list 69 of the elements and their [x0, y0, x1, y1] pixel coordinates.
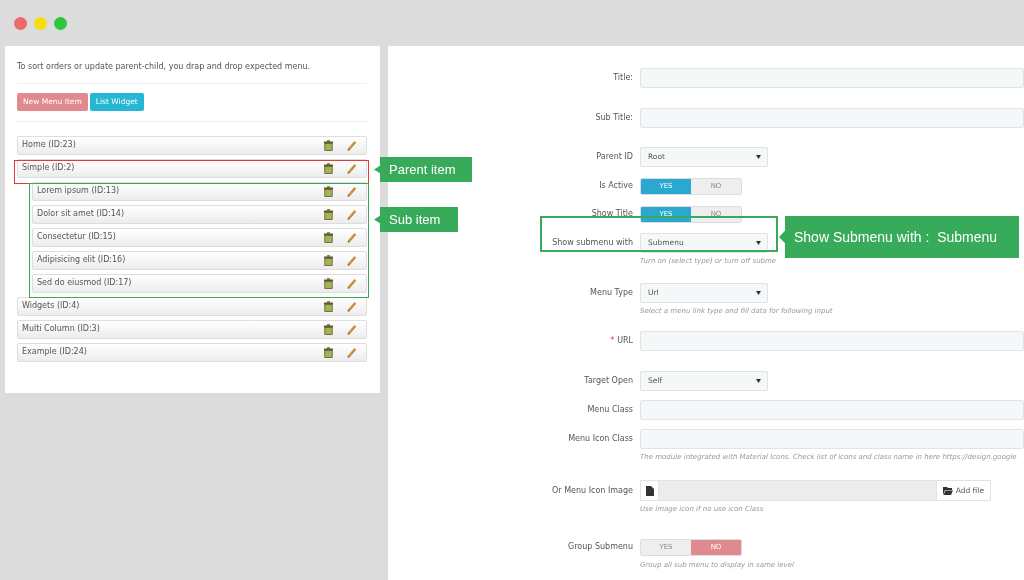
caret-icon [756, 379, 761, 383]
field-label: Menu Class [587, 405, 633, 414]
menu-item[interactable]: Widgets (ID:4) [17, 296, 367, 316]
required-mark: * [610, 336, 615, 345]
window-control[interactable] [14, 16, 27, 30]
callout-label: Parent item [374, 157, 472, 182]
menu-item-label: Dolor sit amet (ID:14) [37, 208, 125, 220]
field-label: Show submenu with [552, 238, 633, 247]
trash-icon[interactable] [323, 139, 334, 151]
trash-icon[interactable] [323, 323, 334, 335]
trash-icon[interactable] [323, 231, 334, 243]
pencil-icon[interactable] [346, 277, 357, 289]
pencil-icon[interactable] [346, 323, 357, 335]
pencil-icon[interactable] [346, 346, 357, 358]
pencil-icon[interactable] [346, 231, 357, 243]
text-input[interactable] [640, 108, 1024, 128]
caret-icon [756, 155, 761, 159]
trash-icon[interactable] [323, 208, 334, 220]
field-label: Sub Title: [595, 113, 633, 122]
text-input[interactable] [640, 400, 1024, 420]
text-input[interactable] [640, 429, 1024, 449]
trash-icon[interactable] [323, 185, 334, 197]
instruction-text: To sort orders or update parent-child, you drap and drop expected menu. [17, 58, 367, 84]
trash-icon[interactable] [323, 277, 334, 289]
window-control[interactable] [54, 16, 67, 30]
field-label: Menu Type [590, 288, 633, 297]
trash-icon[interactable] [323, 300, 334, 312]
text-input[interactable] [640, 68, 1024, 88]
callout-label: Show Submenu with : Submenu [779, 216, 1019, 258]
menu-item-label: Widgets (ID:4) [22, 300, 81, 312]
menu-item-label: Multi Column (ID:3) [22, 323, 101, 335]
caret-icon [756, 291, 761, 295]
pencil-icon[interactable] [346, 162, 357, 174]
menu-item[interactable]: Multi Column (ID:3) [17, 319, 367, 339]
folder-icon [942, 486, 953, 495]
field-label: URL [617, 336, 633, 345]
pencil-icon[interactable] [346, 254, 357, 266]
menu-item-label: Home (ID:23) [22, 139, 77, 151]
menu-item-label: Example (ID:24) [22, 346, 88, 358]
trash-icon[interactable] [323, 162, 334, 174]
callout-label: Sub item [374, 207, 458, 232]
menu-item[interactable]: Sed do eiusmod (ID:17) [32, 273, 367, 293]
pencil-icon[interactable] [346, 300, 357, 312]
pencil-icon[interactable] [346, 185, 357, 197]
menu-item-label: Consectetur (ID:15) [37, 231, 117, 243]
menu-item[interactable]: Example (ID:24) [17, 342, 367, 362]
menu-item-label: Simple (ID:2) [22, 162, 76, 174]
field-label: Show Title [591, 209, 633, 218]
menu-item[interactable]: Home (ID:23) [17, 135, 367, 155]
field-label: Or Menu Icon Image [552, 485, 633, 495]
text-input[interactable] [640, 331, 1024, 351]
field-label: Title: [613, 73, 633, 82]
menu-item[interactable]: Adipisicing elit (ID:16) [32, 250, 367, 270]
field-label: Parent ID [596, 152, 633, 161]
caret-icon [756, 241, 761, 245]
trash-icon[interactable] [323, 346, 334, 358]
menu-item[interactable]: Dolor sit amet (ID:14) [32, 204, 367, 224]
field-label: Menu Icon Class [568, 434, 633, 443]
menu-item-label: Sed do eiusmod (ID:17) [37, 277, 133, 289]
field-label: Is Active [599, 181, 633, 190]
pencil-icon[interactable] [346, 208, 357, 220]
field-label: Group Submenu [568, 542, 633, 551]
trash-icon[interactable] [323, 254, 334, 266]
menu-item-label: Adipisicing elit (ID:16) [37, 254, 127, 266]
file-icon [645, 485, 654, 496]
menu-item-label: Lorem ipsum (ID:13) [37, 185, 121, 197]
menu-item[interactable]: Consectetur (ID:15) [32, 227, 367, 247]
field-label: Target Open [584, 376, 633, 385]
pencil-icon[interactable] [346, 139, 357, 151]
